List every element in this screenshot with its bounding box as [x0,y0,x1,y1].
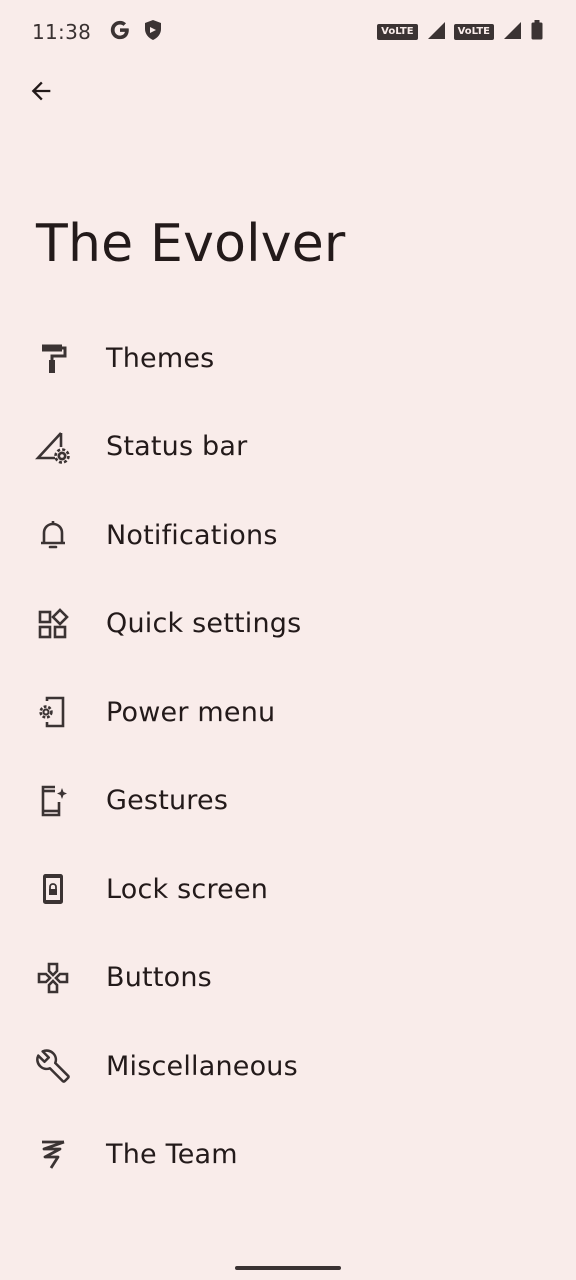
gamepad-icon [34,959,72,997]
wrench-icon [34,1047,72,1085]
screen: 11:38 VoLTE VoLTE The Evolver Themes Sta… [0,0,576,1280]
menu-item-notifications[interactable]: Notifications [0,491,576,580]
menu-item-quick-settings[interactable]: Quick settings [0,580,576,669]
bell-icon [34,516,72,554]
menu-item-the-team[interactable]: The Team [0,1111,576,1200]
menu-item-label: The Team [106,1139,238,1171]
gesture-nav-handle[interactable] [235,1266,341,1270]
signal-settings-icon [34,428,72,466]
menu-item-label: Status bar [106,431,248,463]
volte-badge: VoLTE [377,24,418,40]
menu-item-gestures[interactable]: Gestures [0,757,576,846]
status-left-icons [109,19,163,45]
menu-item-label: Notifications [106,519,278,551]
signal-icon [502,20,522,44]
menu-item-label: Miscellaneous [106,1050,298,1082]
phone-lock-icon [34,870,72,908]
menu-item-lock-screen[interactable]: Lock screen [0,845,576,934]
google-icon [109,19,131,45]
menu-item-label: Gestures [106,785,229,817]
team-logo-icon [34,1136,72,1174]
menu-item-label: Themes [106,342,215,374]
volte-badge: VoLTE [453,24,494,40]
widgets-icon [34,605,72,643]
menu-item-themes[interactable]: Themes [0,314,576,403]
menu-item-status-bar[interactable]: Status bar [0,403,576,492]
menu-item-label: Quick settings [106,608,302,640]
battery-icon [530,19,544,45]
menu-item-label: Lock screen [106,873,269,905]
phone-settings-icon [34,693,72,731]
status-bar: 11:38 VoLTE VoLTE [0,0,576,64]
paint-roller-icon [34,339,72,377]
page-title: The Evolver [36,214,346,274]
phone-sparkle-icon [34,782,72,820]
settings-menu: Themes Status bar Notifications Quick se… [0,314,576,1199]
menu-item-miscellaneous[interactable]: Miscellaneous [0,1022,576,1111]
arrow-back-icon [27,77,55,109]
back-button[interactable] [16,68,66,118]
status-right-icons: VoLTE VoLTE [377,19,544,45]
menu-item-label: Power menu [106,696,276,728]
shield-icon [143,19,163,45]
status-time: 11:38 [32,20,92,44]
signal-icon [426,20,446,44]
menu-item-buttons[interactable]: Buttons [0,934,576,1023]
menu-item-label: Buttons [106,962,212,994]
menu-item-power-menu[interactable]: Power menu [0,668,576,757]
